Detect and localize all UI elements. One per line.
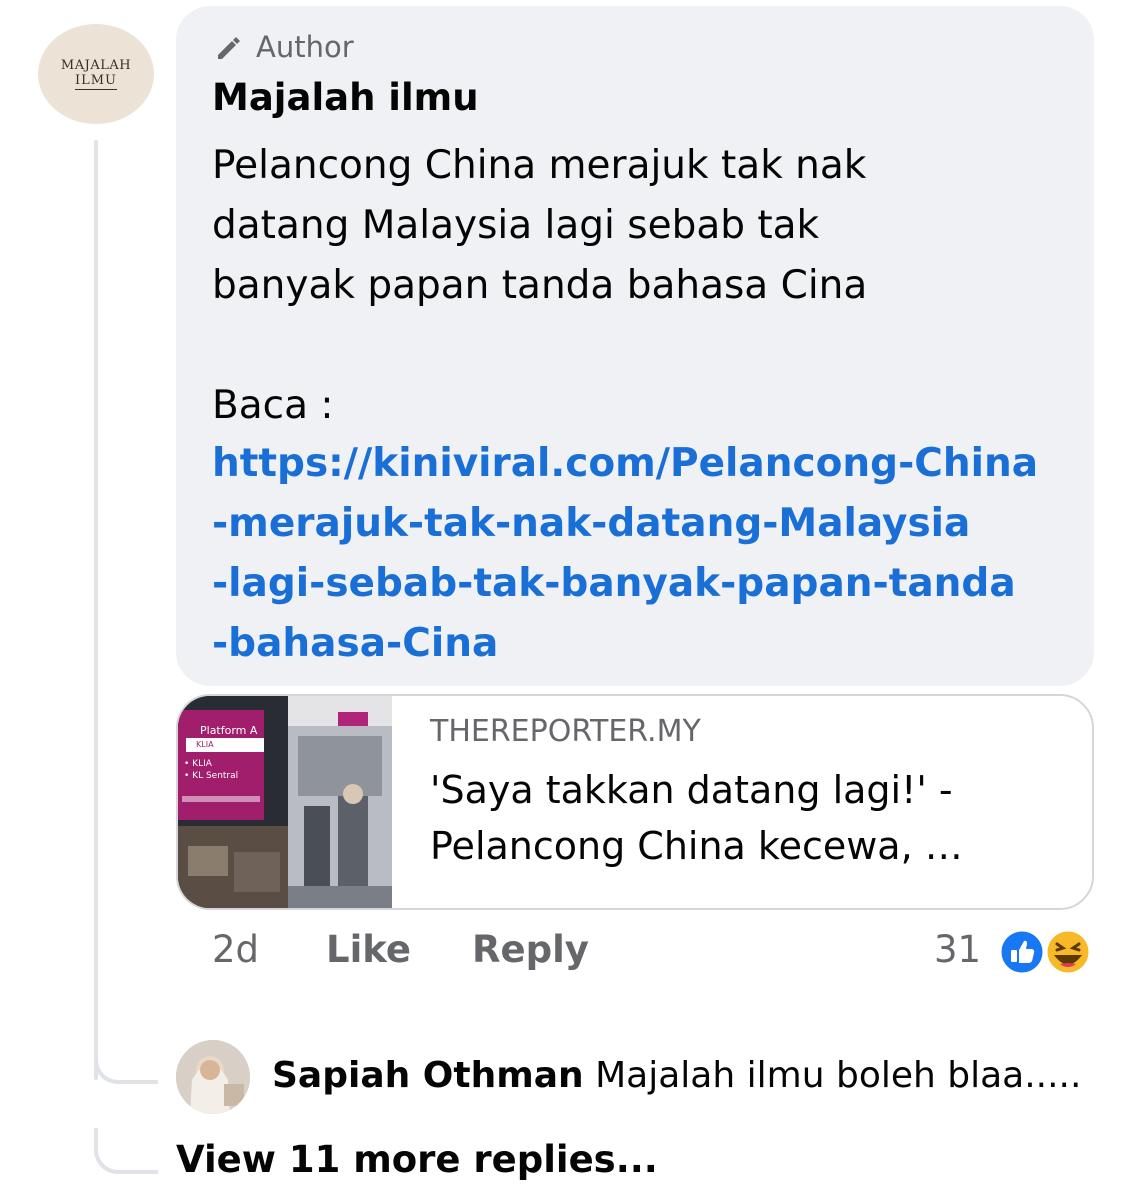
reply-avatar[interactable]	[176, 1040, 250, 1114]
reply-content: Sapiah Othman Majalah ilmu boleh blaa...…	[272, 1055, 1081, 1096]
comment-line: Pelancong China merajuk tak nak	[212, 143, 867, 188]
reaction-count[interactable]: 31	[934, 928, 981, 971]
reply-button[interactable]: Reply	[472, 928, 589, 971]
article-link[interactable]: https://kiniviral.com/Pelancong-China -me…	[212, 434, 1094, 674]
like-button[interactable]: Like	[326, 928, 411, 971]
link-line[interactable]: -bahasa-Cina	[212, 614, 1094, 674]
link-preview-thumbnail: Platform A KLIA • KLIA • KL Sentral	[178, 696, 392, 908]
reply-text: Majalah ilmu boleh blaa.....	[595, 1055, 1082, 1096]
timestamp[interactable]: 2d	[212, 928, 259, 971]
haha-icon	[1044, 928, 1092, 976]
comment-text: Pelancong China merajuk tak nak datang M…	[212, 136, 1092, 436]
reply-connector	[94, 1038, 158, 1084]
avatar-logo-text: MAJALAH	[60, 58, 132, 73]
like-icon	[998, 928, 1046, 976]
thumb-sign-list-item: • KLIA	[184, 759, 212, 769]
comment-bubble: Author Majalah ilmu Pelancong China mera…	[176, 6, 1094, 686]
thumb-sign-list: • KLIA • KL Sentral	[184, 758, 238, 782]
pencil-icon	[218, 37, 240, 59]
link-preview-title: 'Saya takkan datang lagi!' - Pelancong C…	[430, 762, 1070, 874]
thumb-sign-list-item: • KL Sentral	[184, 771, 239, 781]
link-line[interactable]: -merajuk-tak-nak-datang-Malaysia	[212, 494, 1094, 554]
thread-line	[94, 140, 98, 1080]
reply-author-name[interactable]: Sapiah Othman	[272, 1055, 584, 1096]
comment-blank-line	[212, 316, 1092, 376]
view-more-connector	[94, 1128, 158, 1174]
link-preview-title-line: Pelancong China kecewa, …	[430, 824, 963, 868]
reaction-icons[interactable]	[996, 928, 1096, 976]
read-label: Baca :	[212, 383, 334, 428]
view-more-replies-button[interactable]: View 11 more replies...	[176, 1138, 658, 1181]
link-preview-title-line: 'Saya takkan datang lagi!' -	[430, 768, 953, 812]
comment-line: datang Malaysia lagi sebab tak	[212, 203, 820, 248]
avatar-logo-text-2: ILMU	[74, 73, 118, 90]
author-badge: Author	[212, 30, 354, 64]
thumb-sign-text: Platform A	[200, 724, 258, 737]
thumb-sign-text-2: KLIA	[186, 738, 264, 752]
link-preview-domain: THEREPORTER.MY	[430, 714, 701, 749]
link-line[interactable]: -lagi-sebab-tak-banyak-papan-tanda	[212, 554, 1094, 614]
comment-line: banyak papan tanda bahasa Cina	[212, 263, 868, 308]
link-line[interactable]: https://kiniviral.com/Pelancong-China	[212, 434, 1094, 494]
page-avatar[interactable]: MAJALAH ILMU	[38, 24, 154, 124]
author-badge-label: Author	[256, 30, 354, 64]
commenter-name[interactable]: Majalah ilmu	[212, 76, 479, 119]
link-preview-card[interactable]: Platform A KLIA • KLIA • KL Sentral THER…	[176, 694, 1094, 910]
